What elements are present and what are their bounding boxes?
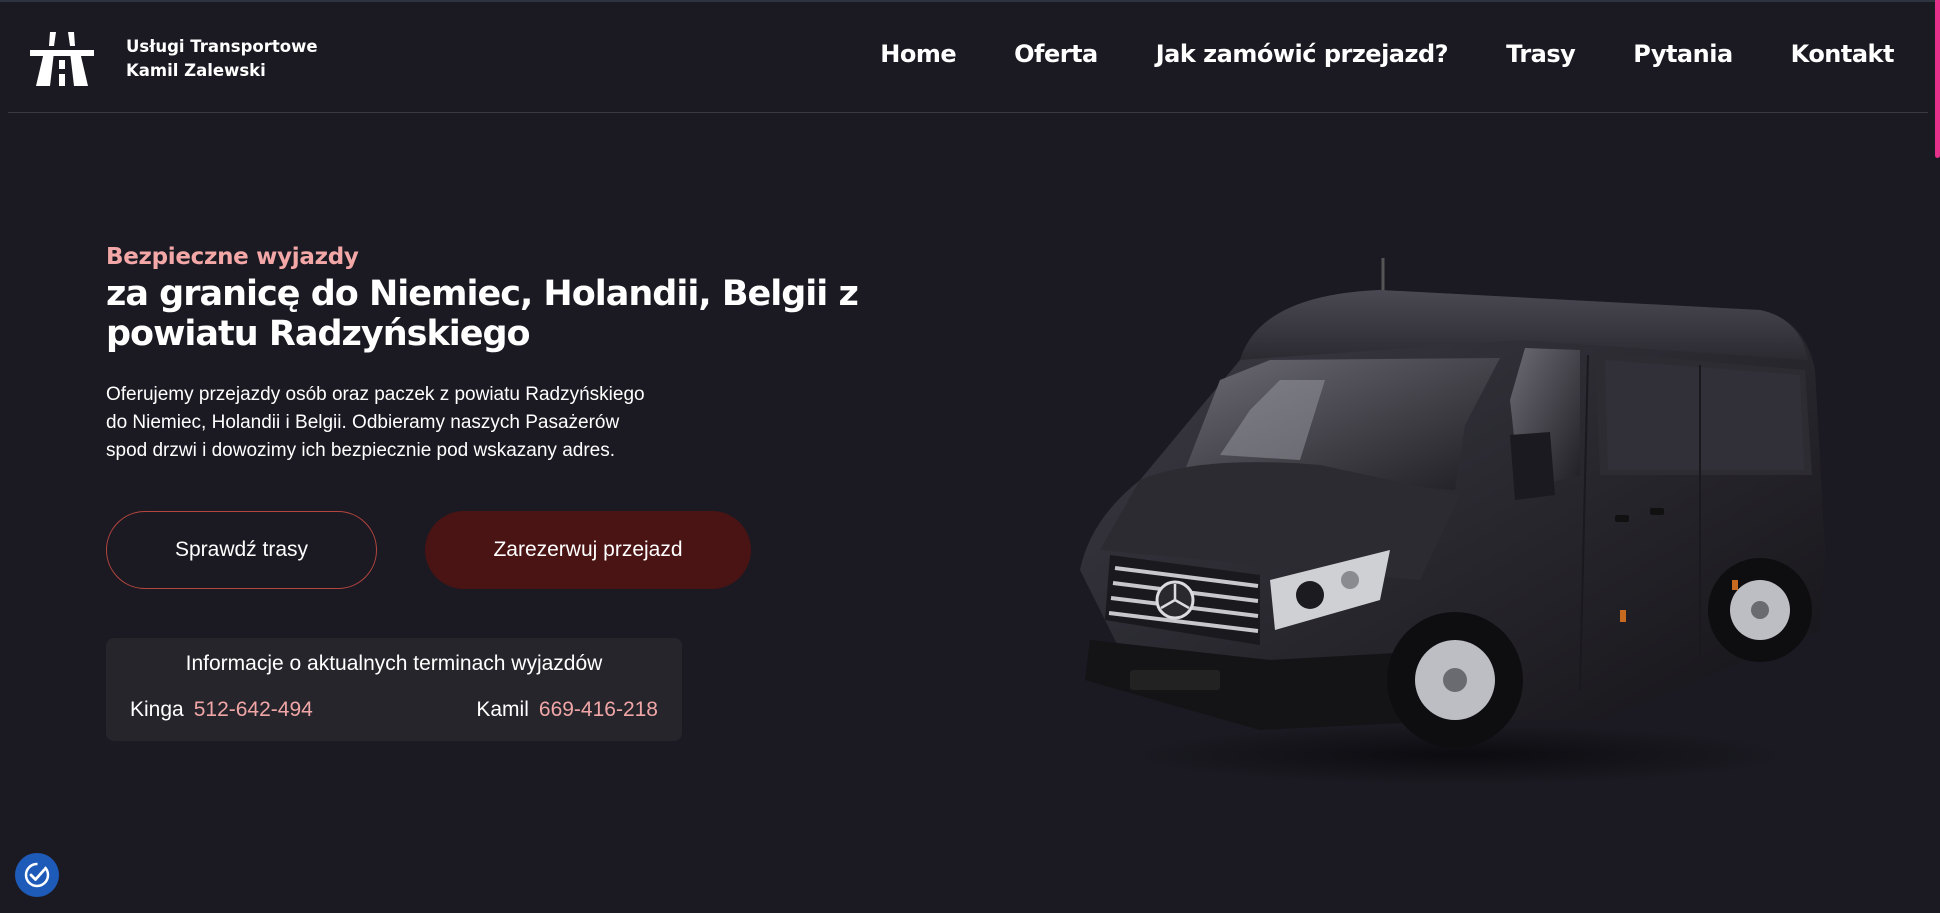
scroll-progress-indicator xyxy=(1935,0,1940,158)
contact-kinga: Kinga 512-642-494 xyxy=(130,698,313,722)
contact-name: Kamil xyxy=(476,698,529,721)
accessibility-check-icon xyxy=(24,862,50,888)
accessibility-button[interactable] xyxy=(15,853,59,897)
hero-lead-line-3: spod drzwi i dowozimy ich bezpiecznie po… xyxy=(106,440,616,461)
hero-lead-line-2: do Niemiec, Holandii i Belgii. Odbieramy… xyxy=(106,412,620,433)
nav-kontakt[interactable]: Kontakt xyxy=(1791,40,1895,68)
brand-line-1: Usługi Transportowe xyxy=(126,37,318,56)
brand-line-2: Kamil Zalewski xyxy=(126,61,266,80)
departure-info-card: Informacje o aktualnych terminach wyjazd… xyxy=(106,638,682,741)
site-header: Usługi Transportowe Kamil Zalewski Home … xyxy=(0,2,1930,113)
nav-oferta[interactable]: Oferta xyxy=(1014,40,1098,68)
nav-trasy[interactable]: Trasy xyxy=(1506,40,1576,68)
van-image xyxy=(1080,258,1825,785)
contact-name: Kinga xyxy=(130,698,184,721)
contact-phone-link[interactable]: 669-416-218 xyxy=(539,698,658,721)
info-card-title: Informacje o aktualnych terminach wyjazd… xyxy=(185,652,603,675)
header-divider xyxy=(8,112,1928,113)
hero-lead-line-1: Oferujemy przejazdy osób oraz paczek z p… xyxy=(106,384,645,405)
check-routes-button[interactable]: Sprawdź trasy xyxy=(106,511,377,589)
highway-road-icon[interactable] xyxy=(30,32,94,86)
book-ride-button[interactable]: Zarezerwuj przejazd xyxy=(425,511,751,589)
hero-eyebrow: Bezpieczne wyjazdy xyxy=(106,244,359,270)
nav-pytania[interactable]: Pytania xyxy=(1633,40,1733,68)
brand-name[interactable]: Usługi Transportowe Kamil Zalewski xyxy=(126,35,318,83)
main-nav: Home Oferta Jak zamówić przejazd? Trasy … xyxy=(822,40,1894,68)
hero-headline: za granicę do Niemiec, Holandii, Belgii … xyxy=(106,274,866,354)
hero-lead: Oferujemy przejazdy osób oraz paczek z p… xyxy=(106,381,696,465)
nav-jak-zamowic[interactable]: Jak zamówić przejazd? xyxy=(1156,40,1449,68)
contact-phone-link[interactable]: 512-642-494 xyxy=(194,698,313,721)
contact-kamil: Kamil 669-416-218 xyxy=(476,698,658,722)
nav-home[interactable]: Home xyxy=(880,40,956,68)
hero-headline-line-2: powiatu Radzyńskiego xyxy=(106,314,531,354)
hero-headline-line-1: za granicę do Niemiec, Holandii, Belgii … xyxy=(106,274,859,314)
